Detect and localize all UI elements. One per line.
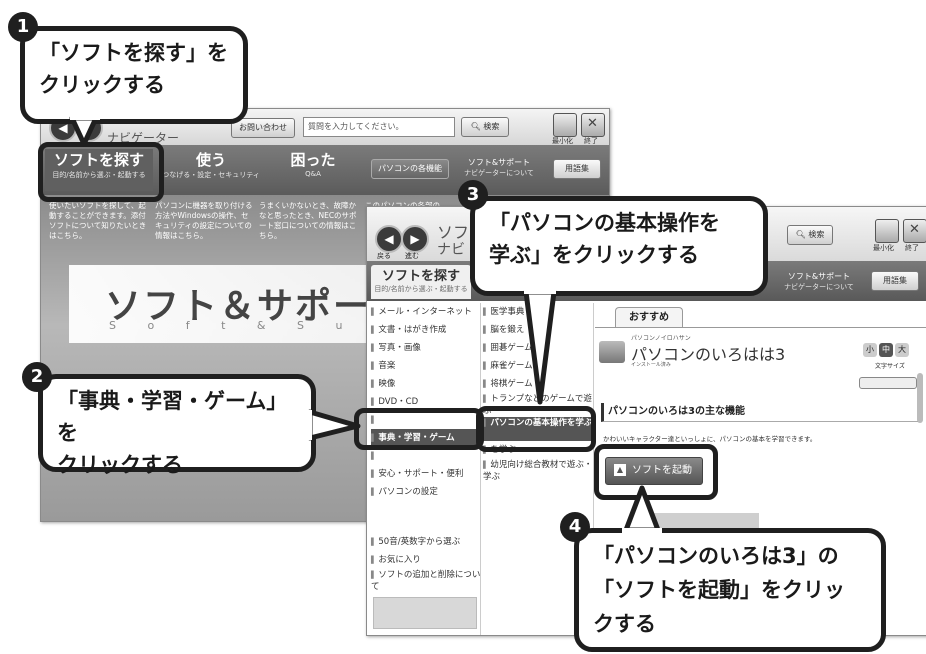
callout-text: 「事典・学習・ゲーム」を bbox=[57, 389, 288, 445]
callout-text: 学ぶ」をクリックする bbox=[489, 243, 699, 267]
callout-text: クする bbox=[593, 612, 656, 636]
font-size-large[interactable]: 大 bbox=[895, 343, 909, 357]
category-item[interactable]: 安心・サポート・便利 bbox=[371, 465, 481, 483]
category-item[interactable]: 文書・はがき作成 bbox=[371, 321, 481, 339]
close-icon: ✕ bbox=[909, 222, 920, 237]
highlight-ring-2 bbox=[354, 408, 484, 450]
minimize-button[interactable] bbox=[875, 219, 899, 243]
tab-label: 使う bbox=[195, 151, 226, 169]
category-item[interactable]: 音楽 bbox=[371, 357, 481, 375]
app-icon bbox=[599, 341, 625, 363]
callout-text: クリックする bbox=[39, 73, 165, 97]
font-size-label: 文字サイズ bbox=[875, 363, 905, 370]
callout-tail-2 bbox=[304, 409, 361, 441]
callout-2: 「事典・学習・ゲーム」を クリックする bbox=[38, 374, 316, 477]
detail-link-button[interactable] bbox=[859, 377, 917, 389]
search-icon: 🔍︎ bbox=[795, 230, 806, 239]
tab-label: ソフト&サポート bbox=[787, 272, 851, 281]
tab-description: 使いたいソフトを探して、起動することができます。添付ソフトについて知りたいときは… bbox=[49, 201, 147, 240]
forward-label: 進む bbox=[405, 252, 419, 260]
tab-find-software[interactable]: ソフトを探す 目的/名前から選ぶ・起動する bbox=[371, 265, 471, 299]
tab-label: ソフト&サポート bbox=[467, 158, 531, 167]
callout-text: 「ソフトを起動」をクリッ bbox=[593, 578, 845, 602]
search-button[interactable]: 🔍︎ 検索 bbox=[461, 117, 509, 137]
close-button[interactable]: ✕ bbox=[581, 113, 605, 137]
glossary-button[interactable]: 用語集 bbox=[553, 159, 601, 179]
subcategory-item[interactable]: 幼児向け総合教材で遊ぶ・学ぶ bbox=[483, 459, 593, 485]
step-number-1: 1 bbox=[8, 12, 38, 42]
app-title-2: ナビ bbox=[437, 242, 465, 258]
divider bbox=[595, 327, 926, 328]
category-list-bottom: 50音/英数字から選ぶ お気に入り ソフトの追加と削除について bbox=[371, 533, 481, 597]
callout-tail-4 bbox=[622, 485, 662, 538]
tab-sub: Q&A bbox=[305, 170, 321, 178]
section-text: かわいいキャラクター達といっしょに、パソコンの基本を学習できます。 bbox=[603, 435, 817, 443]
callout-3: 「パソコンの基本操作を 学ぶ」をクリックする bbox=[470, 196, 768, 296]
close-icon: ✕ bbox=[587, 116, 598, 131]
search-button-label: 検索 bbox=[808, 230, 825, 239]
install-note: インストール済み bbox=[631, 362, 671, 368]
callout-text: クリックする bbox=[57, 453, 183, 477]
search-icon: 🔍︎ bbox=[470, 122, 481, 131]
callout-text: 「ソフトを探す」を bbox=[39, 41, 228, 65]
close-button[interactable]: ✕ bbox=[903, 219, 926, 243]
tab-trouble[interactable]: 困った Q&A bbox=[267, 149, 359, 191]
tab-description: うまくいかないとき、故障かなと思ったとき、NECのサポート窓口についての情報はこ… bbox=[259, 201, 357, 240]
inquiry-button[interactable]: お問い合わせ bbox=[231, 118, 295, 138]
back-arrow-icon[interactable]: ◀ bbox=[375, 225, 403, 253]
category-item[interactable]: メール・インターネット bbox=[371, 303, 481, 321]
tab-recommend[interactable]: おすすめ bbox=[615, 307, 683, 328]
font-size-small[interactable]: 小 bbox=[863, 343, 877, 357]
divider bbox=[480, 303, 481, 635]
tab-description: パソコンに機器を取り付ける方法やWindowsの操作、セキュリティの設定について… bbox=[155, 201, 253, 240]
tab-sub: ナビゲーターについて bbox=[464, 169, 534, 177]
close-label: 終了 bbox=[905, 244, 919, 252]
callout-tail-3 bbox=[523, 284, 557, 405]
step-number-2: 2 bbox=[22, 362, 52, 392]
search-input[interactable]: 質問を入力してください。 bbox=[303, 117, 455, 137]
step-number-3: 3 bbox=[458, 180, 488, 210]
back-label: 戻る bbox=[377, 252, 391, 260]
pc-features-button[interactable]: パソコンの各機能 bbox=[371, 159, 449, 179]
tab-label: 困った bbox=[290, 151, 336, 169]
tab-sub: つなげる・設定・セキュリティ bbox=[162, 171, 260, 179]
tab-label: ソフトを探す bbox=[381, 269, 460, 284]
category-item[interactable]: 写真・画像 bbox=[371, 339, 481, 357]
minimize-button[interactable] bbox=[553, 113, 577, 137]
category-item[interactable]: 50音/英数字から選ぶ bbox=[371, 533, 481, 551]
search-button[interactable]: 🔍︎ 検索 bbox=[787, 225, 833, 245]
tab-sub: 目的/名前から選ぶ・起動する bbox=[374, 285, 468, 293]
highlight-ring-3 bbox=[476, 406, 596, 452]
callout-tail-1 bbox=[69, 112, 100, 147]
section-title: パソコンのいろは3の主な機能 bbox=[601, 403, 918, 422]
category-item[interactable]: 映像 bbox=[371, 375, 481, 393]
category-list: メール・インターネット 文書・はがき作成 写真・画像 音楽 映像 DVD・CD … bbox=[371, 303, 481, 501]
minimize-label: 最小化 bbox=[873, 244, 894, 252]
highlight-ring-1 bbox=[38, 142, 164, 202]
search-button-label: 検索 bbox=[483, 122, 500, 131]
callout-4: 「パソコンのいろは3」の 「ソフトを起動」をクリッ クする bbox=[574, 528, 886, 652]
callout-text: 「パソコンのいろは3」の bbox=[593, 544, 839, 568]
callout-1: 「ソフトを探す」を クリックする bbox=[20, 26, 248, 124]
glossary-button[interactable]: 用語集 bbox=[871, 271, 919, 291]
forward-arrow-icon[interactable]: ▶ bbox=[401, 225, 429, 253]
step-number-4: 4 bbox=[560, 512, 590, 542]
tab-sub: ナビゲーターについて bbox=[784, 283, 854, 291]
font-size-medium[interactable]: 中 bbox=[879, 343, 893, 357]
tab-use[interactable]: 使う つなげる・設定・セキュリティ bbox=[161, 149, 261, 191]
category-item[interactable]: ソフトの追加と削除について bbox=[371, 569, 481, 597]
category-item[interactable]: お気に入り bbox=[371, 551, 481, 569]
callout-text: 「パソコンの基本操作を bbox=[489, 211, 720, 235]
category-item[interactable]: パソコンの設定 bbox=[371, 483, 481, 501]
disabled-button bbox=[373, 597, 477, 629]
